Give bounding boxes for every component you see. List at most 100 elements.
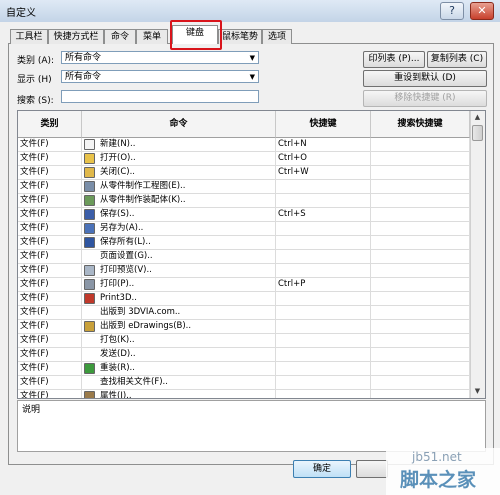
cell-search-shortcut[interactable] xyxy=(371,320,470,333)
chevron-down-icon: ▼ xyxy=(249,54,255,62)
table-row[interactable]: 文件(F) 保存所有(L).. xyxy=(18,236,470,250)
table-row[interactable]: 文件(F) Print3D.. xyxy=(18,292,470,306)
cell-search-shortcut[interactable] xyxy=(371,250,470,263)
cell-search-shortcut[interactable] xyxy=(371,390,470,398)
edrawings-icon xyxy=(84,321,95,332)
new-doc-icon xyxy=(84,139,95,150)
table-row[interactable]: 文件(F) 发送(D).. xyxy=(18,348,470,362)
cell-search-shortcut[interactable] xyxy=(371,166,470,179)
command-label: 打开(O).. xyxy=(100,153,136,163)
table-row[interactable]: 文件(F) 保存(S).. Ctrl+S xyxy=(18,208,470,222)
cell-shortcut[interactable] xyxy=(276,292,371,305)
cell-shortcut[interactable] xyxy=(276,362,371,375)
table-row[interactable]: 文件(F) 新建(N).. Ctrl+N xyxy=(18,138,470,152)
close-button[interactable]: ✕ xyxy=(470,2,494,20)
tab-shortcut-bars[interactable]: 快捷方式栏 xyxy=(48,29,104,44)
cell-search-shortcut[interactable] xyxy=(371,264,470,277)
show-label: 显示 (H) xyxy=(17,75,52,85)
cell-search-shortcut[interactable] xyxy=(371,376,470,389)
cell-shortcut[interactable]: Ctrl+W xyxy=(276,166,371,179)
ok-button[interactable]: 确定 xyxy=(293,460,351,478)
copy-list-button[interactable]: 复制列表 (C) xyxy=(427,51,487,68)
tab-menus[interactable]: 菜单 xyxy=(136,29,168,44)
help-button[interactable]: ? xyxy=(440,2,464,20)
cell-search-shortcut[interactable] xyxy=(371,138,470,151)
table-row[interactable]: 文件(F) 另存为(A).. xyxy=(18,222,470,236)
print-list-button[interactable]: 印列表 (P)... xyxy=(363,51,425,68)
cell-search-shortcut[interactable] xyxy=(371,236,470,249)
cell-category: 文件(F) xyxy=(18,292,82,305)
save-icon xyxy=(84,209,95,220)
cell-shortcut[interactable] xyxy=(276,180,371,193)
vertical-scrollbar[interactable] xyxy=(470,111,485,398)
cell-shortcut[interactable]: Ctrl+N xyxy=(276,138,371,151)
category-select[interactable]: 所有命令 ▼ xyxy=(61,51,259,64)
table-row[interactable]: 文件(F) 重装(R).. xyxy=(18,362,470,376)
cell-search-shortcut[interactable] xyxy=(371,306,470,319)
command-label: 发送(D).. xyxy=(100,349,136,359)
cell-shortcut[interactable] xyxy=(276,390,371,398)
cell-shortcut[interactable] xyxy=(276,222,371,235)
cell-command: 打开(O).. xyxy=(82,152,276,165)
tab-toolbars[interactable]: 工具栏 xyxy=(10,29,48,44)
cell-category: 文件(F) xyxy=(18,306,82,319)
tab-mouse-gestures[interactable]: 鼠标笔势 xyxy=(218,29,262,44)
table-row[interactable]: 文件(F) 查找相关文件(F).. xyxy=(18,376,470,390)
cell-shortcut[interactable] xyxy=(276,264,371,277)
cell-shortcut[interactable] xyxy=(276,348,371,361)
reset-default-button[interactable]: 重设到默认 (D) xyxy=(363,70,487,87)
remove-shortcut-button[interactable]: 移除快捷键 (R) xyxy=(363,90,487,107)
cell-category: 文件(F) xyxy=(18,180,82,193)
column-header-shortcut[interactable]: 快捷键 xyxy=(276,111,371,138)
cell-shortcut[interactable] xyxy=(276,376,371,389)
table-row[interactable]: 文件(F) 出版到 3DVIA.com.. xyxy=(18,306,470,320)
cell-shortcut[interactable] xyxy=(276,250,371,263)
cell-search-shortcut[interactable] xyxy=(371,278,470,291)
scroll-down-icon[interactable]: ▼ xyxy=(470,385,485,398)
cell-search-shortcut[interactable] xyxy=(371,152,470,165)
table-row[interactable]: 文件(F) 从零件制作工程图(E).. xyxy=(18,180,470,194)
table-row[interactable]: 文件(F) 打开(O).. Ctrl+O xyxy=(18,152,470,166)
table-row[interactable]: 文件(F) 打印(P).. Ctrl+P xyxy=(18,278,470,292)
cancel-button[interactable] xyxy=(356,460,388,478)
cell-shortcut[interactable]: Ctrl+O xyxy=(276,152,371,165)
cell-shortcut[interactable] xyxy=(276,194,371,207)
table-row[interactable]: 文件(F) 打印预览(V).. xyxy=(18,264,470,278)
command-label: 打印预览(V).. xyxy=(100,265,152,275)
cell-shortcut[interactable] xyxy=(276,236,371,249)
cell-category: 文件(F) xyxy=(18,138,82,151)
column-header-command[interactable]: 命令 xyxy=(82,111,276,138)
cell-shortcut[interactable]: Ctrl+P xyxy=(276,278,371,291)
table-row[interactable]: 文件(F) 从零件制作装配体(K).. xyxy=(18,194,470,208)
cell-shortcut[interactable]: Ctrl+S xyxy=(276,208,371,221)
column-header-category[interactable]: 类别 xyxy=(18,111,82,138)
scroll-up-icon[interactable]: ▲ xyxy=(470,111,485,124)
cell-command: 关闭(C).. xyxy=(82,166,276,179)
cell-search-shortcut[interactable] xyxy=(371,208,470,221)
cell-search-shortcut[interactable] xyxy=(371,194,470,207)
search-input[interactable] xyxy=(61,90,259,103)
tab-commands[interactable]: 命令 xyxy=(104,29,136,44)
cell-search-shortcut[interactable] xyxy=(371,222,470,235)
watermark-url: jb51.net xyxy=(412,450,462,464)
cell-shortcut[interactable] xyxy=(276,334,371,347)
table-row[interactable]: 文件(F) 页面设置(G).. xyxy=(18,250,470,264)
table-row[interactable]: 文件(F) 打包(K).. xyxy=(18,334,470,348)
cell-search-shortcut[interactable] xyxy=(371,348,470,361)
cell-search-shortcut[interactable] xyxy=(371,292,470,305)
cell-search-shortcut[interactable] xyxy=(371,362,470,375)
scrollbar-thumb[interactable] xyxy=(472,125,483,141)
table-row[interactable]: 文件(F) 出版到 eDrawings(B).. xyxy=(18,320,470,334)
show-select[interactable]: 所有命令 ▼ xyxy=(61,70,259,83)
cell-category: 文件(F) xyxy=(18,320,82,333)
cell-search-shortcut[interactable] xyxy=(371,334,470,347)
reload-icon xyxy=(84,363,95,374)
cell-shortcut[interactable] xyxy=(276,320,371,333)
tab-options[interactable]: 选项 xyxy=(262,29,292,44)
table-row[interactable]: 文件(F) 属性(I).. xyxy=(18,390,470,398)
column-header-search-shortcut[interactable]: 搜索快捷键 xyxy=(371,111,470,138)
cell-search-shortcut[interactable] xyxy=(371,180,470,193)
cell-shortcut[interactable] xyxy=(276,306,371,319)
table-row[interactable]: 文件(F) 关闭(C).. Ctrl+W xyxy=(18,166,470,180)
command-label: 打包(K).. xyxy=(100,335,135,345)
